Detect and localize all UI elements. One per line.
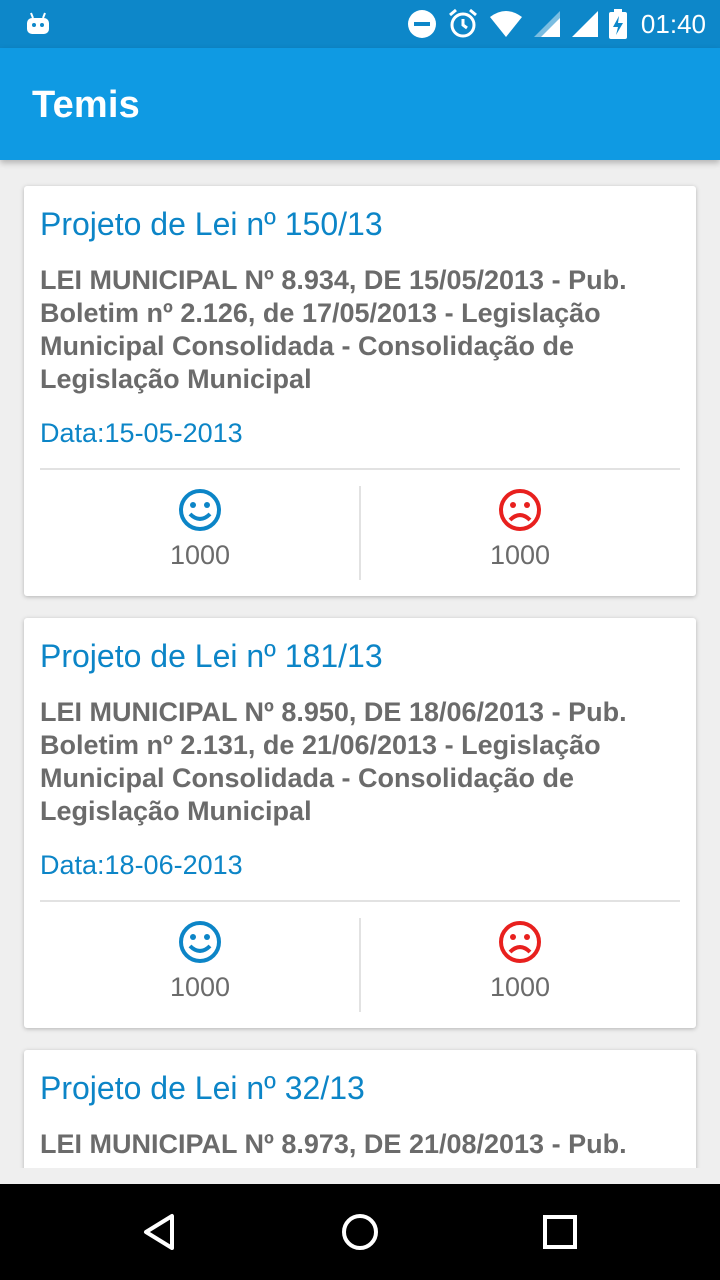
card-description: LEI MUNICIPAL Nº 8.934, DE 15/05/2013 - …	[40, 264, 670, 396]
status-bar: 01:40	[0, 0, 720, 48]
smile-icon	[179, 921, 221, 963]
divider	[40, 468, 680, 470]
description-line: Municipal Consolidada - Consolidação de	[40, 763, 575, 793]
like-count: 1000	[169, 972, 231, 1002]
dislike-count: 1000	[489, 540, 551, 570]
description-line: LEI MUNICIPAL Nº 8.973, DE 21/08/2013 - …	[40, 1129, 627, 1159]
back-icon[interactable]	[136, 1208, 184, 1256]
divider	[40, 900, 680, 902]
frown-icon	[499, 489, 541, 531]
dislike-button[interactable]: 1000	[360, 918, 680, 1012]
law-card[interactable]: Projeto de Lei nº 150/13 LEI MUNICIPAL N…	[24, 186, 696, 596]
law-card[interactable]: Projeto de Lei nº 32/13 LEI MUNICIPAL Nº…	[24, 1050, 696, 1168]
law-list[interactable]: Projeto de Lei nº 150/13 LEI MUNICIPAL N…	[0, 160, 720, 1168]
home-icon[interactable]	[336, 1208, 384, 1256]
do-not-disturb-icon	[407, 10, 436, 38]
description-line: LEI MUNICIPAL Nº 8.934, DE 15/05/2013 - …	[40, 265, 627, 295]
app-bar: Temis	[0, 48, 720, 160]
status-time: 01:40	[640, 8, 706, 39]
frown-icon	[499, 921, 541, 963]
card-date: Data:18-06-2013	[40, 850, 243, 880]
description-line: Legislação Municipal	[40, 364, 312, 394]
description-line: Boletim nº 2.131, de 21/06/2013 - Legisl…	[40, 730, 601, 760]
card-description: LEI MUNICIPAL Nº 8.973, DE 21/08/2013 - …	[40, 1128, 670, 1161]
like-count: 1000	[169, 540, 231, 570]
description-line: Legislação Municipal	[40, 796, 312, 826]
wifi-icon	[489, 11, 522, 37]
like-button[interactable]: 1000	[40, 918, 360, 1012]
android-icon	[27, 12, 49, 34]
dislike-button[interactable]: 1000	[360, 486, 680, 580]
law-card[interactable]: Projeto de Lei nº 181/13 LEI MUNICIPAL N…	[24, 618, 696, 1028]
card-date: Data:15-05-2013	[40, 418, 243, 448]
card-description: LEI MUNICIPAL Nº 8.950, DE 18/06/2013 - …	[40, 696, 670, 828]
card-title[interactable]: Projeto de Lei nº 181/13	[40, 638, 383, 675]
cell-signal-icon	[571, 11, 598, 37]
description-line: Boletim nº 2.126, de 17/05/2013 - Legisl…	[40, 298, 601, 328]
app-title: Temis	[32, 84, 141, 126]
dislike-count: 1000	[489, 972, 551, 1002]
card-title[interactable]: Projeto de Lei nº 32/13	[40, 1070, 365, 1107]
smile-icon	[179, 489, 221, 531]
status-icons: 01:40	[407, 6, 706, 42]
cell-signal-icon	[533, 11, 560, 37]
description-line: LEI MUNICIPAL Nº 8.950, DE 18/06/2013 - …	[40, 697, 627, 727]
like-button[interactable]: 1000	[40, 486, 360, 580]
alarm-icon	[448, 8, 477, 38]
card-title[interactable]: Projeto de Lei nº 150/13	[40, 206, 383, 243]
battery-charging-icon	[608, 9, 627, 39]
navigation-bar	[0, 1184, 720, 1280]
description-line: Municipal Consolidada - Consolidação de	[40, 331, 575, 361]
recents-icon[interactable]	[536, 1208, 584, 1256]
